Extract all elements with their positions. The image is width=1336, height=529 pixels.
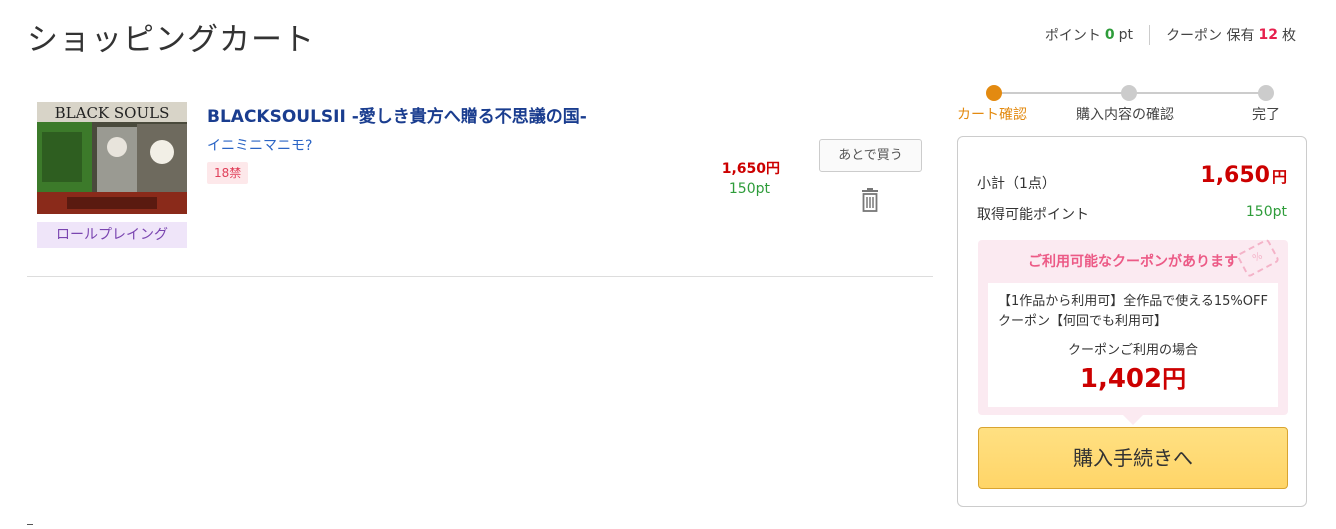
circle-name[interactable]: イニミニマニモ? (207, 135, 312, 155)
step-dot-cart (986, 85, 1002, 101)
subtotal-value: 1,650 円 (1200, 163, 1287, 188)
points-unit: pt (1118, 27, 1134, 43)
product-title[interactable]: BLACKSOULSII -愛しき貴方へ贈る不思議の国- (207, 102, 587, 127)
trash-icon[interactable] (859, 188, 881, 212)
coupon-ticket-icon: % (1236, 238, 1280, 278)
coupon-description: 【1作品から利用可】全作品で使える15%OFFクーポン【何回でも利用可】 (998, 294, 1268, 329)
step-dot-complete (1258, 85, 1274, 101)
coupon-label: クーポン 保有 (1166, 28, 1255, 44)
coupon-price-unit: 円 (1162, 365, 1187, 393)
page-edge-mark (27, 524, 33, 525)
coupon-box: ご利用可能なクーポンがあります % 【1作品から利用可】全作品で使える15%OF… (978, 238, 1288, 425)
subtotal-label: 小計（1点） (977, 176, 1056, 192)
thumbnail-title-text: BLACK SOULS (55, 104, 170, 122)
earnable-points-value: 150pt (1245, 204, 1287, 220)
genre-tag[interactable]: ロールプレイング (37, 222, 187, 248)
progress-line-2 (1129, 92, 1266, 94)
step-label-complete: 完了 (1252, 107, 1280, 123)
cart-item: BLACK SOULS ロールプレイング BLACKSOULSII -愛しき貴方… (27, 90, 933, 277)
checkout-button[interactable]: 購入手続きへ (978, 427, 1288, 489)
product-artwork: BLACK SOULS (37, 102, 187, 214)
header-divider (1149, 25, 1151, 45)
page-title: ショッピングカート (27, 22, 315, 58)
item-price: 1,650円 (721, 161, 780, 177)
coupon-detail: 【1作品から利用可】全作品で使える15%OFFクーポン【何回でも利用可】 クーポ… (988, 283, 1278, 407)
coupon-price-amount: 1,402 (1079, 364, 1163, 394)
earnable-points-label: 取得可能ポイント (977, 207, 1089, 223)
coupon-unit: 枚 (1282, 28, 1296, 44)
step-label-cart: カート確認 (957, 107, 1027, 123)
item-points: 150pt (728, 181, 770, 197)
step-dot-confirm (1121, 85, 1137, 101)
header-status: ポイント 0 pt クーポン 保有 12 枚 (1045, 25, 1296, 45)
age-rating-badge: 18禁 (207, 162, 249, 184)
checkout-progress: カート確認 購入内容の確認 完了 (957, 82, 1307, 132)
progress-line-1 (994, 92, 1129, 94)
order-summary: 小計（1点） 1,650 円 取得可能ポイント 150pt ご利用可能なクーポンが… (957, 136, 1307, 507)
coupon-apply-label: クーポンご利用の場合 (1067, 343, 1198, 358)
subtotal-amount: 1,650 (1200, 163, 1270, 188)
points-value: 0 (1104, 27, 1115, 43)
product-thumbnail[interactable]: BLACK SOULS (37, 102, 187, 214)
coupon-count[interactable]: 12 (1259, 27, 1278, 43)
step-label-confirm: 購入内容の確認 (1076, 107, 1174, 123)
buy-later-button[interactable]: あとで買う (819, 139, 922, 172)
coupon-price: 1,402円 (988, 359, 1278, 394)
points-label: ポイント (1044, 28, 1101, 44)
subtotal-unit: 円 (1271, 168, 1287, 186)
